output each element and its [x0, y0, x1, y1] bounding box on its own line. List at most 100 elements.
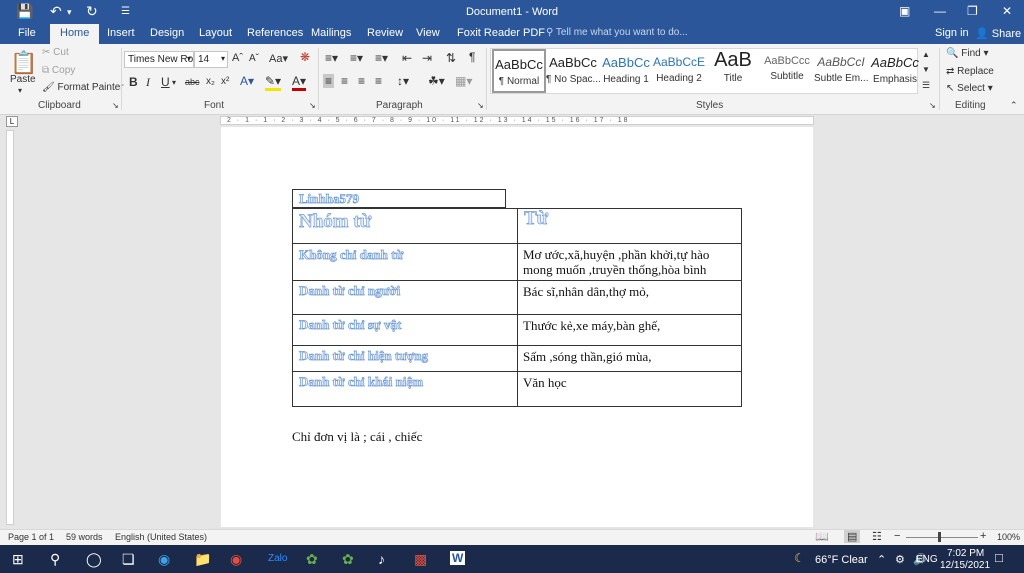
clipboard-launcher-icon[interactable]: ↘ — [112, 101, 119, 110]
styles-launcher-icon[interactable]: ↘ — [929, 101, 936, 110]
strikethrough-button[interactable]: abc — [185, 77, 200, 87]
numbering-icon[interactable]: ≡▾ — [350, 51, 363, 65]
table-cell[interactable]: Bác sĩ,nhân dân,thợ mỏ, — [517, 280, 742, 315]
table-cell[interactable]: Danh từ chỉ sự vật — [292, 314, 518, 346]
clock-time[interactable]: 7:02 PM — [947, 548, 984, 559]
tab-review[interactable]: Review — [367, 27, 403, 39]
tab-references[interactable]: References — [247, 27, 303, 39]
styles-scroll-up-icon[interactable]: ▲ — [922, 50, 930, 59]
table-cell[interactable]: Sấm ,sóng thần,gió mùa, — [517, 345, 742, 372]
style-heading-2[interactable]: AaBbCcE Heading 2 — [652, 49, 706, 93]
underline-dropdown-icon[interactable]: ▾ — [172, 78, 176, 87]
table-cell[interactable]: Văn học — [517, 371, 742, 407]
paste-dropdown-icon[interactable]: ▾ — [18, 86, 22, 95]
align-right-icon[interactable]: ≡ — [358, 74, 365, 88]
style-subtle-emphasis[interactable]: AaBbCcI Subtle Em... — [814, 49, 868, 93]
windows-start-icon[interactable]: ⊞ — [12, 551, 24, 568]
zoom-in-icon[interactable]: + — [980, 530, 986, 542]
zoom-level[interactable]: 100% — [997, 532, 1020, 542]
table-cell[interactable]: Danh từ chỉ người — [292, 280, 518, 315]
app-icon[interactable]: ✿ — [306, 551, 318, 568]
styles-scroll-down-icon[interactable]: ▼ — [922, 65, 930, 74]
tab-insert[interactable]: Insert — [107, 27, 135, 39]
format-painter-button[interactable]: 🖌 Format Painter — [42, 82, 124, 93]
style-subtitle[interactable]: AaBbCcc Subtitle — [760, 49, 814, 93]
paste-button[interactable]: Paste — [10, 74, 36, 85]
italic-button[interactable]: I — [146, 75, 150, 90]
zalo-icon[interactable]: Zalo — [268, 553, 287, 564]
font-launcher-icon[interactable]: ↘ — [309, 101, 316, 110]
style-normal[interactable]: AaBbCc ¶ Normal — [492, 49, 546, 93]
shrink-font-icon[interactable]: Aˇ — [249, 53, 259, 64]
table-cell[interactable]: Thước kẻ,xe máy,bàn ghế, — [517, 314, 742, 346]
word-group-table[interactable]: Nhóm từ Từ Không chỉ danh từ Mơ ước,xã,h… — [292, 208, 742, 407]
table-cell[interactable]: Nhóm từ — [292, 208, 518, 244]
line-spacing-icon[interactable]: ↕▾ — [397, 74, 409, 88]
web-layout-icon[interactable]: ☷ — [872, 530, 882, 543]
decrease-indent-icon[interactable]: ⇤ — [402, 51, 412, 65]
clear-formatting-icon[interactable]: ❋ — [300, 50, 310, 64]
style-title[interactable]: AaB Title — [706, 49, 760, 93]
style-no-spacing[interactable]: AaBbCc ¶ No Spac... — [546, 49, 600, 93]
table-cell[interactable]: Danh từ chỉ khái niệm — [292, 371, 518, 407]
app-icon[interactable]: ▩ — [414, 551, 427, 568]
table-cell[interactable]: Danh từ chỉ hiện tượng — [292, 345, 518, 372]
tab-layout[interactable]: Layout — [199, 27, 232, 39]
align-left-icon[interactable]: ≡ — [323, 74, 335, 88]
chevron-up-icon[interactable]: ⌃ — [877, 553, 886, 566]
highlight-icon[interactable]: ✎▾ — [265, 74, 282, 91]
print-layout-icon[interactable]: ▤ — [844, 530, 861, 543]
body-paragraph[interactable]: Chỉ đơn vị là ; cái , chiếc — [292, 429, 422, 445]
tab-selector[interactable]: L — [6, 116, 18, 127]
file-explorer-icon[interactable]: 📁 — [194, 551, 211, 568]
chrome-icon[interactable]: ◉ — [230, 551, 242, 568]
grow-font-icon[interactable]: Aˆ — [232, 52, 243, 64]
tab-foxit-reader-pdf[interactable]: Foxit Reader PDF — [457, 27, 545, 39]
style-emphasis[interactable]: AaBbCc Emphasis — [868, 49, 922, 93]
find-button[interactable]: 🔍 Find ▾ — [946, 48, 989, 59]
word-taskbar-icon[interactable]: W — [450, 551, 466, 565]
weather-icon[interactable]: ☾ — [794, 551, 805, 565]
page-count[interactable]: Page 1 of 1 — [8, 532, 54, 542]
language-status[interactable]: English (United States) — [115, 532, 207, 542]
table-cell[interactable]: Không chỉ danh từ — [292, 243, 518, 281]
style-heading-1[interactable]: AaBbCc Heading 1 — [599, 49, 653, 93]
share-button[interactable]: 👤 Share — [975, 27, 1021, 40]
replace-button[interactable]: ⇄ Replace — [946, 66, 994, 77]
paragraph-launcher-icon[interactable]: ↘ — [477, 101, 484, 110]
font-color-icon[interactable]: A▾ — [292, 74, 307, 91]
justify-icon[interactable]: ≡ — [375, 74, 382, 88]
table-cell[interactable]: Từ — [517, 208, 742, 244]
read-mode-icon[interactable]: 📖 — [815, 530, 829, 543]
multilevel-list-icon[interactable]: ≡▾ — [375, 51, 388, 65]
search-icon[interactable]: ⚲ — [50, 551, 60, 568]
weather-text[interactable]: 66°F Clear — [815, 554, 868, 566]
subscript-icon[interactable]: x₂ — [206, 76, 215, 87]
restore-icon[interactable]: ❐ — [967, 4, 978, 18]
copy-button[interactable]: ⧉ Copy — [42, 65, 75, 76]
tell-me-search[interactable]: ⚲ Tell me what you want to do... — [546, 27, 688, 38]
styles-more-icon[interactable]: ☰ — [922, 80, 930, 91]
edge-icon[interactable]: ◉ — [158, 551, 170, 568]
font-name-box[interactable]: Times New Ro ▾ — [124, 51, 194, 68]
text-effects-icon[interactable]: A▾ — [240, 74, 254, 88]
ribbon-display-icon[interactable]: ▣ — [899, 4, 910, 18]
zoom-slider[interactable] — [906, 537, 978, 538]
change-case-icon[interactable]: Aa▾ — [269, 52, 288, 65]
language-indicator[interactable]: ENG — [916, 554, 938, 565]
app-icon[interactable]: ✿ — [342, 551, 354, 568]
cut-button[interactable]: ✂ Cut — [42, 47, 69, 58]
tab-home[interactable]: Home — [50, 24, 100, 44]
borders-icon[interactable]: ▦▾ — [455, 74, 472, 88]
superscript-icon[interactable]: x² — [221, 76, 229, 87]
table-cell[interactable]: Mơ ước,xã,huyện ,phần khởi,tự hào mong m… — [517, 243, 742, 281]
notifications-icon[interactable]: □ — [995, 550, 1003, 565]
minimize-icon[interactable]: — — [934, 4, 946, 18]
bullets-icon[interactable]: ≡▾ — [325, 51, 338, 65]
task-view-icon[interactable]: ❏ — [122, 551, 135, 568]
zoom-out-icon[interactable]: − — [894, 530, 900, 542]
select-button[interactable]: ↖ Select ▾ — [946, 83, 993, 94]
tab-view[interactable]: View — [416, 27, 440, 39]
cortana-icon[interactable]: ◯ — [86, 551, 102, 568]
tab-design[interactable]: Design — [150, 27, 184, 39]
